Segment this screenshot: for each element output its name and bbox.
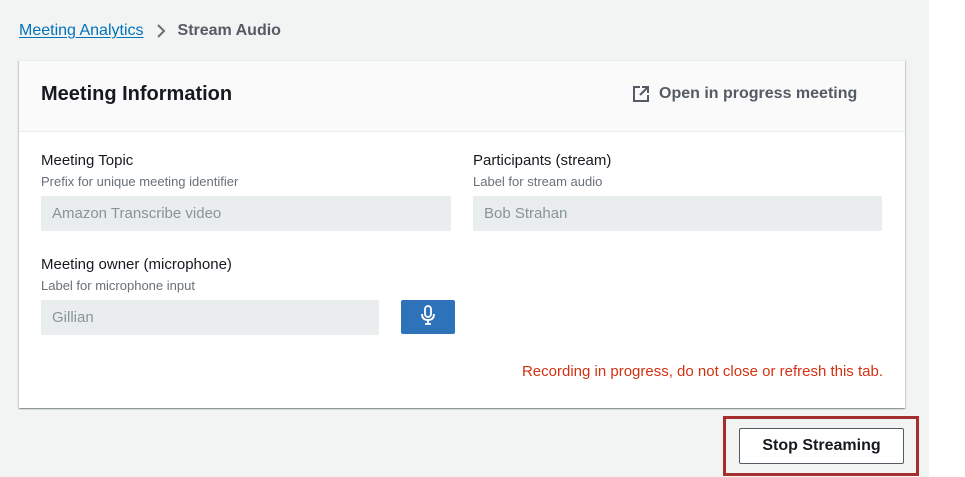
breadcrumb: Meeting Analytics Stream Audio xyxy=(19,20,281,42)
meeting-topic-field: Meeting Topic Prefix for unique meeting … xyxy=(41,151,238,191)
panel-header: Meeting Information Open in progress mee… xyxy=(19,61,905,132)
owner-input[interactable]: Gillian xyxy=(41,300,379,335)
meeting-topic-input[interactable]: Amazon Transcribe video xyxy=(41,196,451,231)
participants-description: Label for stream audio xyxy=(473,174,603,189)
stop-streaming-button[interactable]: Stop Streaming xyxy=(739,428,904,464)
participants-label: Participants (stream) xyxy=(473,152,612,169)
recording-warning-text: Recording in progress, do not close or r… xyxy=(521,363,883,380)
owner-description: Label for microphone input xyxy=(41,278,195,293)
participants-input[interactable]: Bob Strahan xyxy=(473,196,882,231)
microphone-icon xyxy=(420,304,436,330)
external-link-icon xyxy=(632,85,650,103)
meeting-topic-description: Prefix for unique meeting identifier xyxy=(41,174,239,189)
meeting-information-panel: Meeting Information Open in progress mee… xyxy=(19,60,905,408)
meeting-topic-label: Meeting Topic xyxy=(41,152,134,169)
chevron-right-icon xyxy=(144,23,178,39)
breadcrumb-link-meeting-analytics[interactable]: Meeting Analytics xyxy=(19,20,144,42)
owner-field: Meeting owner (microphone) Label for mic… xyxy=(41,255,232,295)
owner-label: Meeting owner (microphone) xyxy=(41,256,232,273)
breadcrumb-current: Stream Audio xyxy=(177,22,281,39)
microphone-button[interactable] xyxy=(401,300,455,334)
participants-field: Participants (stream) Label for stream a… xyxy=(473,151,611,191)
open-in-progress-meeting-link[interactable]: Open in progress meeting xyxy=(632,85,857,103)
open-in-progress-meeting-label: Open in progress meeting xyxy=(659,85,858,102)
panel-title: Meeting Information xyxy=(41,83,233,105)
